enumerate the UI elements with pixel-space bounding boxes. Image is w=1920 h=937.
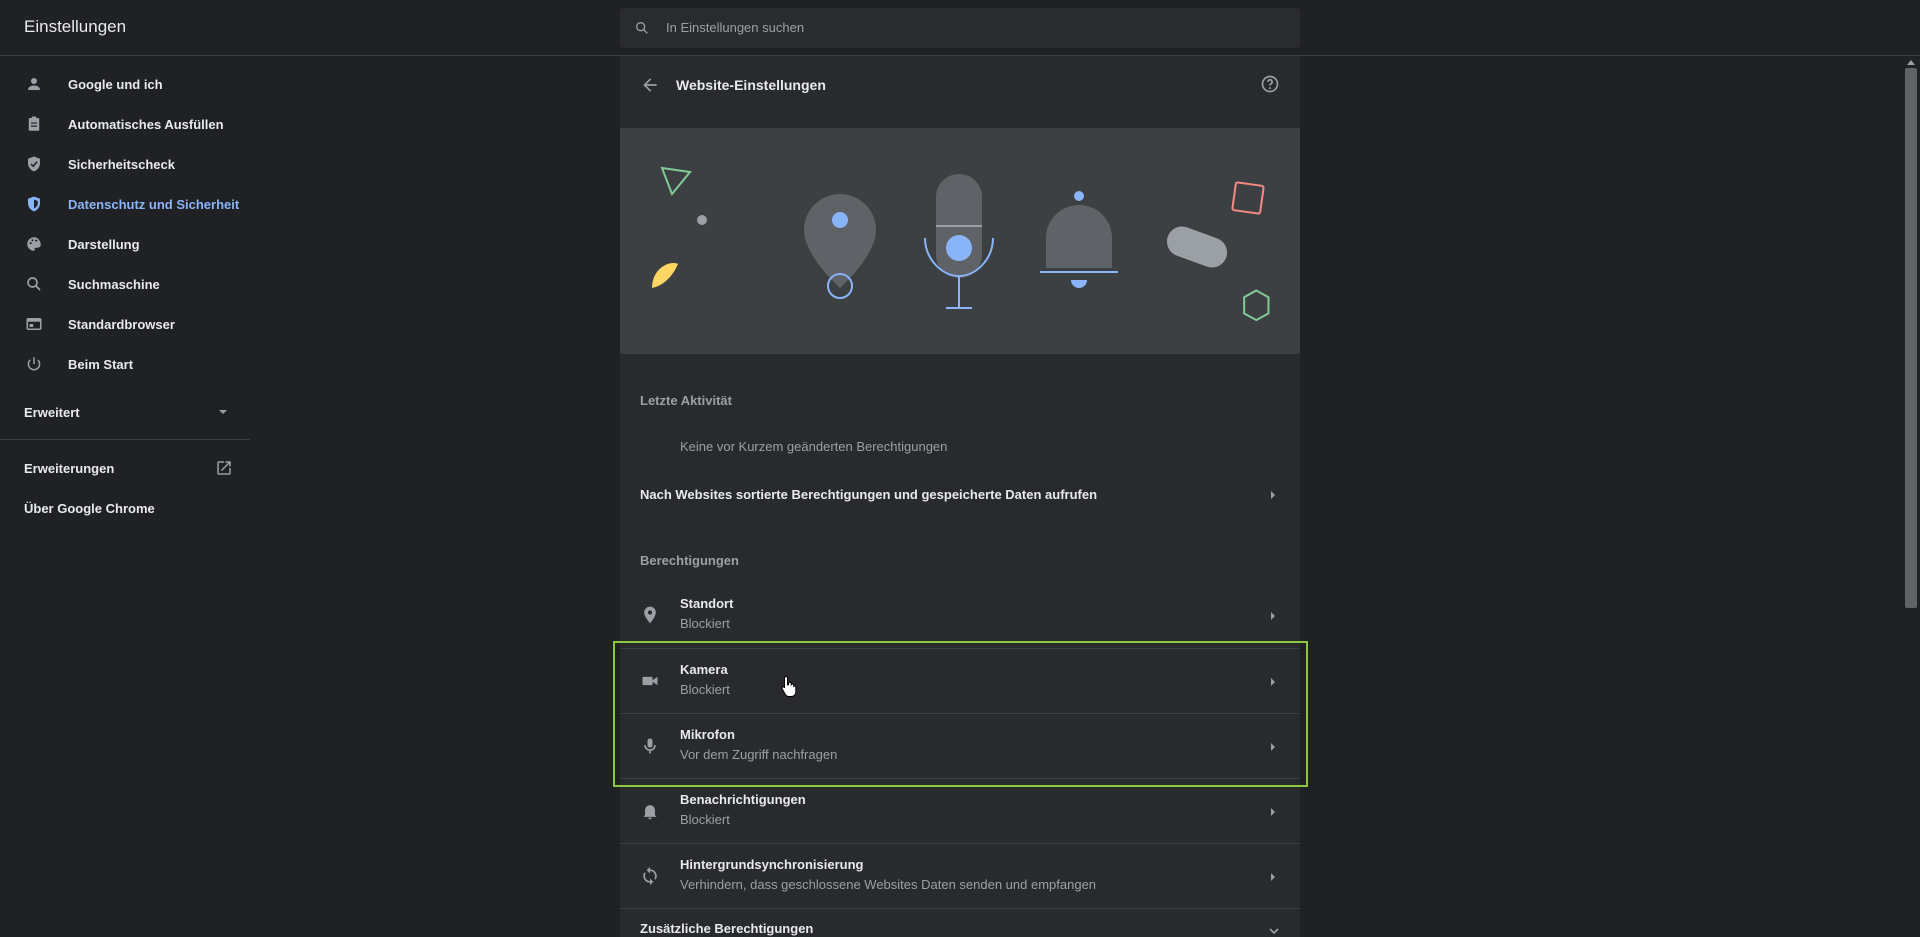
permission-status: Verhindern, dass geschlossene Websites D… [680,877,1097,892]
chevron-right-icon [1271,873,1275,881]
all-sites-label: Nach Websites sortierte Berechtigungen u… [640,487,1098,502]
sidebar-item-label: Datenschutz und Sicherheit [68,196,240,212]
top-bar: Einstellungen In Einstellungen suchen [0,0,1920,56]
sidebar-item-label: Erweiterungen [24,460,115,476]
search-box[interactable]: In Einstellungen suchen [620,8,1300,48]
permission-status: Blockiert [680,812,730,827]
scrollbar-thumb[interactable] [1905,68,1917,608]
sidebar-item-privacy[interactable]: Datenschutz und Sicherheit [0,184,250,224]
shield-check-icon [28,156,40,172]
recent-activity-empty: Keine vor Kurzem geänderten Berechtigung… [680,439,948,454]
sidebar-item-label: Suchmaschine [68,276,160,292]
permission-background-sync[interactable]: Hintergrundsynchronisierung Verhindern, … [620,843,1300,908]
additional-permissions-label: Zusätzliche Berechtigungen [640,921,814,936]
sidebar-item-label: Über Google Chrome [24,500,155,516]
permission-location[interactable]: Standort Blockiert [620,583,1300,648]
page-title: Website-Einstellungen [676,77,826,93]
app-title: Einstellungen [24,17,127,36]
hand-cursor-icon [781,675,797,697]
clipboard-icon [28,116,40,131]
sidebar-item-search-engine[interactable]: Suchmaschine [0,264,250,304]
sidebar-item-label: Darstellung [68,236,140,252]
sidebar-item-label: Sicherheitscheck [68,156,175,172]
camera-icon [642,676,658,686]
search-icon [27,277,41,291]
chevron-right-icon [1271,808,1275,816]
help-icon[interactable] [1260,74,1280,94]
permission-notifications[interactable]: Benachrichtigungen Blockiert [620,778,1300,843]
search-input[interactable]: In Einstellungen suchen [666,20,804,35]
scroll-up-icon[interactable] [1906,58,1916,66]
location-icon [644,606,656,624]
chevron-right-icon [1271,612,1275,620]
microphone-icon [644,738,656,754]
permission-title: Mikrofon [680,727,735,742]
sidebar-item-label: Google und ich [68,76,163,92]
palette-icon [27,237,41,251]
permission-microphone[interactable]: Mikrofon Vor dem Zugriff nachfragen [620,713,1300,778]
card-header: Website-Einstellungen [620,56,1300,126]
open-external-icon [217,461,231,475]
chevron-down-icon [1269,928,1279,935]
permission-status: Blockiert [680,616,730,631]
additional-permissions-toggle[interactable]: Zusätzliche Berechtigungen [620,908,1300,937]
sidebar-divider [0,439,250,440]
sidebar-item-on-startup[interactable]: Beim Start [0,344,250,384]
chevron-right-icon [1271,743,1275,751]
sync-icon [643,866,657,886]
bell-icon [643,805,657,820]
permission-title: Standort [680,596,734,611]
sidebar-item-autofill[interactable]: Automatisches Ausfüllen [0,104,250,144]
permission-camera[interactable]: Kamera Blockiert [620,648,1300,713]
permission-title: Kamera [680,662,728,677]
power-icon [27,357,41,371]
sidebar-item-label: Erweitert [24,404,80,420]
permission-title: Benachrichtigungen [680,792,806,807]
chevron-right-icon [1271,678,1275,686]
sidebar-item-label: Automatisches Ausfüllen [68,116,224,132]
permission-title: Hintergrundsynchronisierung [680,857,864,872]
site-settings-card: Website-Einstellungen Letzte Aktivität K… [620,56,1300,937]
sidebar-item-safety-check[interactable]: Sicherheitscheck [0,144,250,184]
sidebar-item-label: Standardbrowser [68,316,175,332]
person-icon [28,78,40,90]
permissions-heading: Berechtigungen [640,553,739,568]
permission-status: Blockiert [680,682,730,697]
sidebar-item-google-und-ich[interactable]: Google und ich [0,64,250,104]
permissions-illustration [620,128,1300,354]
permission-status: Vor dem Zugriff nachfragen [680,747,838,762]
sidebar-item-default-browser[interactable]: Standardbrowser [0,304,250,344]
chevron-right-icon [1271,491,1275,499]
sidebar-item-appearance[interactable]: Darstellung [0,224,250,264]
sidebar-item-label: Beim Start [68,356,134,372]
sidebar-item-about-chrome[interactable]: Über Google Chrome [0,488,250,528]
shield-icon [28,196,40,212]
all-sites-link[interactable]: Nach Websites sortierte Berechtigungen u… [620,475,1300,515]
chevron-down-icon [219,410,227,414]
browser-icon [26,318,42,330]
search-icon [636,21,648,34]
recent-activity-heading: Letzte Aktivität [640,393,732,408]
back-arrow-icon[interactable] [640,75,660,95]
sidebar-item-extensions[interactable]: Erweiterungen [0,448,250,488]
sidebar-item-advanced[interactable]: Erweitert [0,392,250,432]
